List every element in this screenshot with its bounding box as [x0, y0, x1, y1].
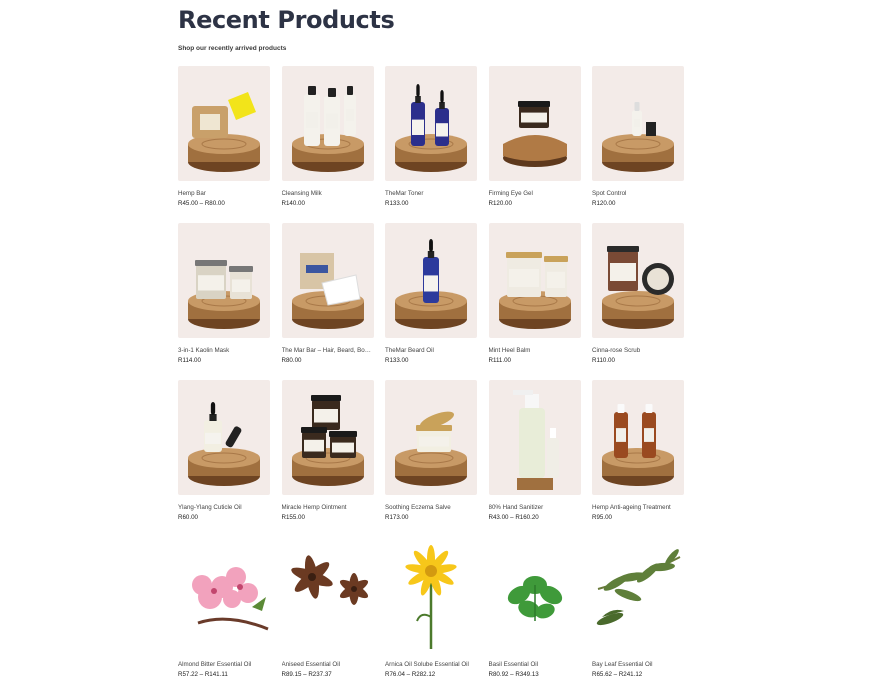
product-price: R140.00: [281, 200, 305, 207]
product-card[interactable]: Mint Heel Balm R111.00: [488, 223, 581, 380]
product-image[interactable]: [592, 66, 684, 181]
product-price: R60.00: [178, 514, 198, 521]
product-name[interactable]: TheMar Beard Oil: [385, 347, 477, 354]
product-card[interactable]: Soothing Eczema Salve R173.00: [385, 380, 477, 537]
product-name[interactable]: 80% Hand Sanitizer: [489, 504, 581, 511]
product-image[interactable]: [385, 223, 477, 338]
product-image[interactable]: [178, 380, 270, 495]
product-image[interactable]: [488, 66, 581, 181]
product-name[interactable]: TheMar Toner: [385, 190, 477, 197]
product-price: R120.00: [488, 200, 512, 207]
page-header: Recent Products Shop our recently arrive…: [178, 6, 698, 52]
product-card[interactable]: Almond Bitter Essential Oil R57.22 – R141…: [178, 537, 270, 694]
product-price: R80.00: [281, 357, 302, 364]
product-image[interactable]: [385, 66, 477, 181]
product-price: R95.00: [592, 514, 612, 521]
product-image[interactable]: [592, 223, 684, 338]
product-card[interactable]: Cleansing Milk R140.00: [281, 66, 374, 223]
product-price: R43.00 – R160.20: [488, 514, 539, 521]
product-image[interactable]: [281, 66, 374, 181]
product-card[interactable]: Hemp Anti-ageing Treatment R95.00: [592, 380, 684, 537]
product-image[interactable]: [592, 537, 684, 652]
product-name[interactable]: The Mar Bar – Hair, Beard, Body…: [282, 347, 374, 354]
product-card[interactable]: Bay Leaf Essential Oil R65.62 – R241.12: [592, 537, 684, 694]
product-card[interactable]: Cinna-rose Scrub R110.00: [592, 223, 684, 380]
product-image[interactable]: [488, 380, 581, 495]
product-name[interactable]: 3-in-1 Kaolin Mask: [178, 347, 270, 354]
page-title: Recent Products: [178, 6, 395, 34]
product-price: R76.04 – R282.12: [385, 671, 436, 678]
product-price: R80.92 – R349.13: [488, 671, 539, 678]
product-name[interactable]: Aniseed Essential Oil: [282, 661, 374, 668]
product-card[interactable]: Arnica Oil Solube Essential Oil R76.04 – …: [385, 537, 477, 694]
product-image[interactable]: [592, 380, 684, 495]
product-image[interactable]: [281, 380, 374, 495]
product-name[interactable]: Basil Essential Oil: [489, 661, 581, 668]
product-price: R89.15 – R237.37: [281, 671, 332, 678]
product-name[interactable]: Arnica Oil Solube Essential Oil: [385, 661, 477, 668]
product-price: R120.00: [592, 200, 616, 207]
product-card[interactable]: Hemp Bar R45.00 – R80.00: [178, 66, 270, 223]
product-card[interactable]: Miracle Hemp Ointment R155.00: [281, 380, 374, 537]
product-image[interactable]: [488, 537, 581, 652]
product-name[interactable]: Bay Leaf Essential Oil: [592, 661, 684, 668]
product-name[interactable]: Firming Eye Gel: [489, 190, 581, 197]
product-name[interactable]: Hemp Anti-ageing Treatment: [592, 504, 684, 511]
product-image[interactable]: [178, 66, 270, 181]
product-card[interactable]: Spot Control R120.00: [592, 66, 684, 223]
product-price: R155.00: [281, 514, 305, 521]
product-name[interactable]: Almond Bitter Essential Oil: [178, 661, 270, 668]
product-price: R133.00: [385, 200, 409, 207]
product-price: R173.00: [385, 514, 409, 521]
product-card[interactable]: 80% Hand Sanitizer R43.00 – R160.20: [488, 380, 581, 537]
product-card[interactable]: 3-in-1 Kaolin Mask R114.00: [178, 223, 270, 380]
product-price: R45.00 – R80.00: [178, 200, 225, 207]
product-grid: Hemp Bar R45.00 – R80.00 Cleansing Milk R14…: [178, 66, 684, 694]
product-image[interactable]: [178, 537, 270, 652]
product-image[interactable]: [488, 223, 581, 338]
product-card[interactable]: Basil Essential Oil R80.92 – R349.13: [488, 537, 581, 694]
product-name[interactable]: Cleansing Milk: [282, 190, 374, 197]
product-image[interactable]: [385, 380, 477, 495]
product-price: R57.22 – R141.11: [178, 671, 228, 678]
product-image[interactable]: [385, 537, 477, 652]
product-image[interactable]: [281, 223, 374, 338]
product-card[interactable]: TheMar Beard Oil R133.00: [385, 223, 477, 380]
page-subtitle: Shop our recently arrived products: [178, 45, 287, 52]
product-price: R133.00: [385, 357, 409, 364]
product-card[interactable]: Firming Eye Gel R120.00: [488, 66, 581, 223]
product-price: R65.62 – R241.12: [592, 671, 643, 678]
product-name[interactable]: Cinna-rose Scrub: [592, 347, 684, 354]
product-name[interactable]: Hemp Bar: [178, 190, 270, 197]
product-card[interactable]: Aniseed Essential Oil R89.15 – R237.37: [281, 537, 374, 694]
product-image[interactable]: [281, 537, 374, 652]
product-image[interactable]: [178, 223, 270, 338]
product-price: R111.00: [488, 357, 511, 364]
product-name[interactable]: Mint Heel Balm: [489, 347, 581, 354]
product-card[interactable]: The Mar Bar – Hair, Beard, Body… R80.00: [281, 223, 374, 380]
product-name[interactable]: Miracle Hemp Ointment: [282, 504, 374, 511]
product-price: R110.00: [592, 357, 615, 364]
product-name[interactable]: Ylang-Ylang Cuticle Oil: [178, 504, 270, 511]
product-card[interactable]: TheMar Toner R133.00: [385, 66, 477, 223]
product-name[interactable]: Spot Control: [592, 190, 684, 197]
product-name[interactable]: Soothing Eczema Salve: [385, 504, 477, 511]
product-card[interactable]: Ylang-Ylang Cuticle Oil R60.00: [178, 380, 270, 537]
product-price: R114.00: [178, 357, 201, 364]
